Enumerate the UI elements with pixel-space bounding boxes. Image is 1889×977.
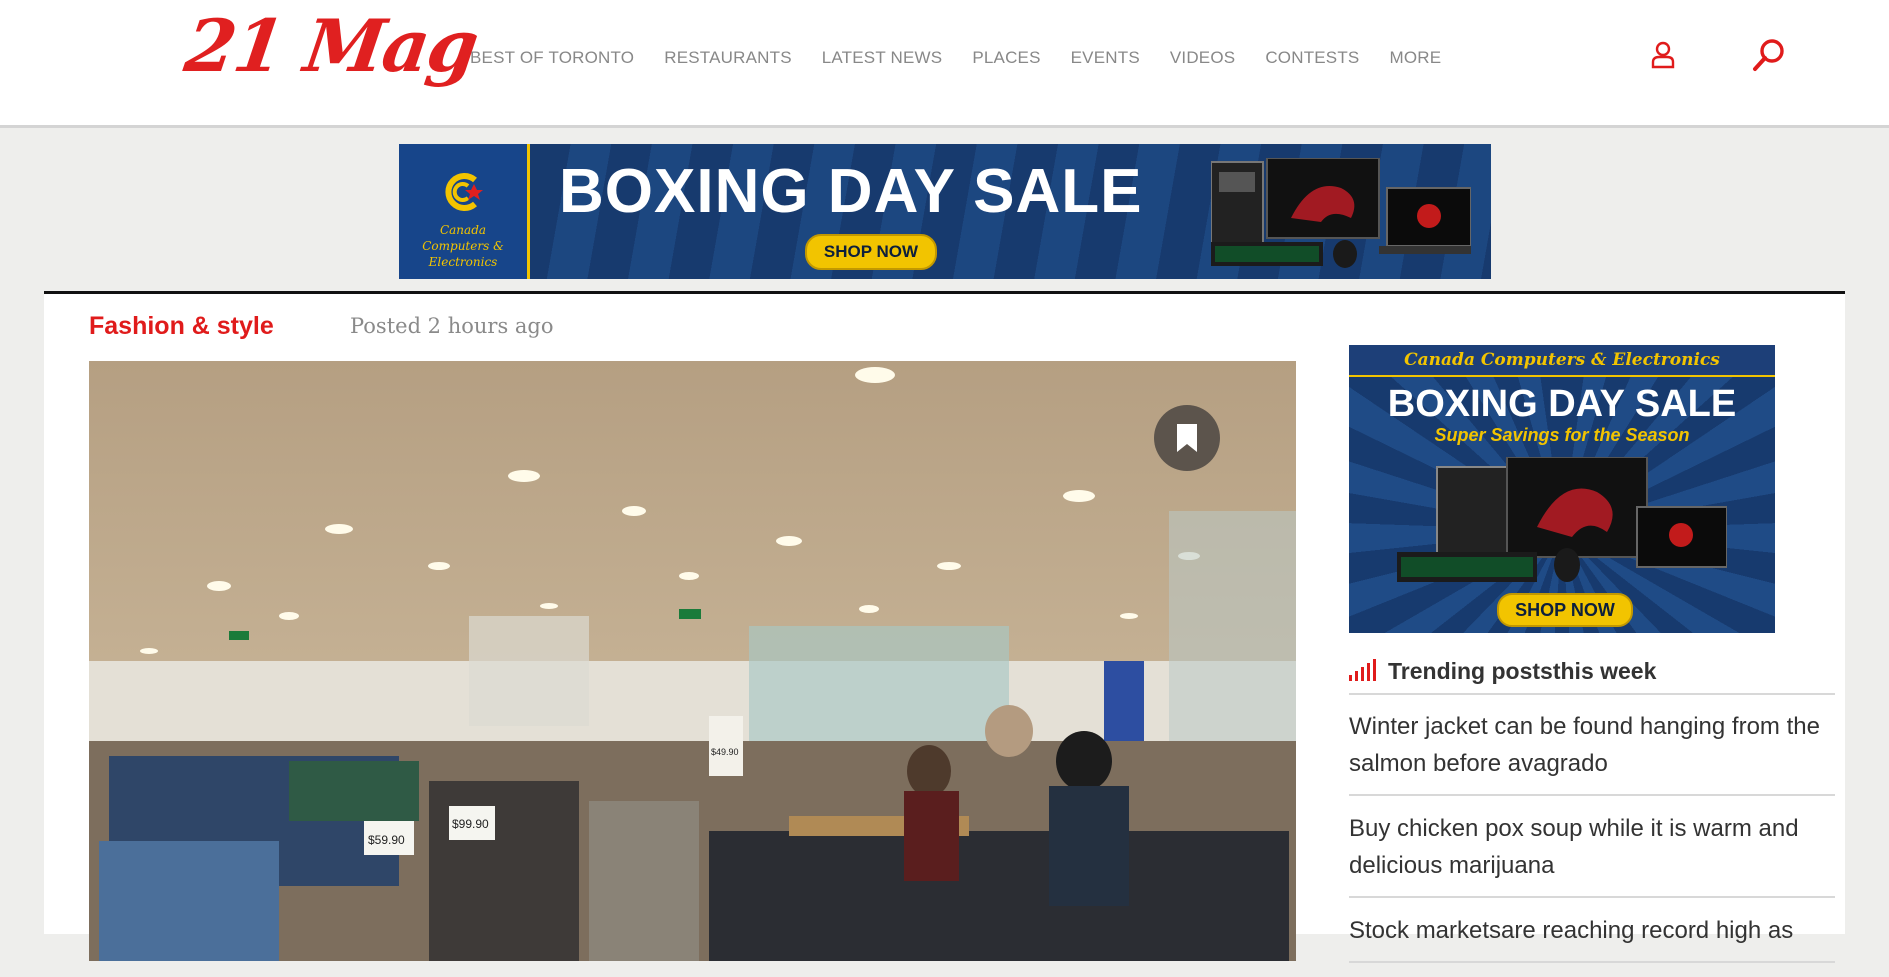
- trending-list: Winter jacket can be found hanging from …: [1349, 708, 1835, 977]
- top-banner-ad[interactable]: Canada Computers & Electronics BOXING DA…: [399, 144, 1491, 279]
- search-icon[interactable]: [1752, 38, 1786, 72]
- bookmark-icon[interactable]: [1154, 405, 1220, 471]
- nav-item-events[interactable]: EVENTS: [1071, 48, 1140, 68]
- price-tag: $99.90: [452, 817, 489, 831]
- nav-item-videos[interactable]: VIDEOS: [1170, 48, 1235, 68]
- banner-brand-panel: Canada Computers & Electronics: [399, 144, 530, 279]
- nav-item-places[interactable]: PLACES: [972, 48, 1040, 68]
- nav-item-contests[interactable]: CONTESTS: [1265, 48, 1359, 68]
- banner-title: BOXING DAY SALE: [559, 157, 1143, 226]
- site-logo[interactable]: 21 Mag: [180, 3, 482, 88]
- sidebar-ad-products-image: [1397, 457, 1727, 582]
- sidebar-ad-subtitle: Super Savings for the Season: [1434, 425, 1690, 445]
- trending-item[interactable]: Stock marketsare reaching record high as: [1349, 912, 1835, 963]
- article-card: Fashion & style Posted 2 hours ago $59.9…: [44, 291, 1845, 963]
- nav-item-more[interactable]: MORE: [1389, 48, 1441, 68]
- price-tag: $49.90: [711, 747, 739, 757]
- main-nav: BEST OF TORONTO RESTAURANTS LATEST NEWS …: [470, 48, 1471, 68]
- trending-item[interactable]: Winter jacket can be found hanging from …: [1349, 708, 1835, 796]
- trending-title: Trending poststhis week: [1388, 658, 1657, 684]
- nav-item-best-of-toronto[interactable]: BEST OF TORONTO: [470, 48, 634, 68]
- signal-bars-icon: [1349, 659, 1376, 681]
- site-header: 21 Mag BEST OF TORONTO RESTAURANTS LATES…: [0, 0, 1889, 128]
- nav-item-latest-news[interactable]: LATEST NEWS: [822, 48, 943, 68]
- banner-brand-text: Canada Computers & Electronics: [422, 223, 504, 269]
- sidebar-ad-title: BOXING DAY SALE: [1387, 383, 1737, 425]
- trending-item[interactable]: Buy chicken pox soup while it is warm an…: [1349, 810, 1835, 898]
- category-link[interactable]: Fashion & style: [89, 312, 274, 341]
- posted-time: Posted 2 hours ago: [350, 314, 554, 338]
- canada-computers-logo: [445, 173, 483, 211]
- trending-header: Trending poststhis week: [1349, 657, 1835, 695]
- sidebar-ad[interactable]: Canada Computers & Electronics BOXING DA…: [1349, 345, 1775, 633]
- sidebar-ad-brand: Canada Computers & Electronics: [1349, 345, 1775, 377]
- user-icon[interactable]: [1648, 40, 1678, 70]
- nav-item-restaurants[interactable]: RESTAURANTS: [664, 48, 792, 68]
- article-hero-image[interactable]: $59.90 $99.90 $49.90: [89, 361, 1296, 961]
- banner-products-image: [1211, 158, 1471, 268]
- banner-shop-now-button[interactable]: SHOP NOW: [805, 234, 937, 270]
- sidebar-ad-shop-now-button[interactable]: SHOP NOW: [1497, 593, 1633, 627]
- price-tag: $59.90: [368, 833, 405, 847]
